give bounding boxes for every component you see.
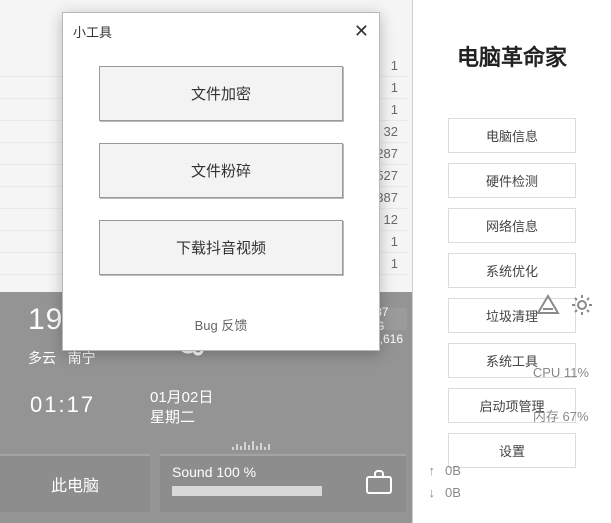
net-up-value: 0B xyxy=(445,460,473,482)
sound-label: Sound 100 % xyxy=(172,464,322,480)
side-btn-0[interactable]: 电脑信息 xyxy=(448,118,576,153)
weather-city: 多云 南宁 xyxy=(28,348,96,368)
gear-icon[interactable] xyxy=(569,292,595,318)
clock: 01:17 xyxy=(30,392,95,418)
sound-bar[interactable] xyxy=(172,486,322,496)
modal-titlebar[interactable]: 小工具 ✕ xyxy=(63,13,379,50)
this-pc-button[interactable]: 此电脑 xyxy=(0,454,150,512)
cpu-stat: CPU 11% xyxy=(533,365,589,380)
arrow-down-icon: ↓ xyxy=(429,482,436,504)
equalizer-icon xyxy=(232,440,270,450)
briefcase-icon[interactable] xyxy=(364,468,394,501)
mem-stat: 内存 67% xyxy=(533,406,589,425)
net-down-value: 0B xyxy=(445,482,473,504)
net-arrows: ↑ ↓ xyxy=(429,460,436,504)
arrow-up-icon: ↑ xyxy=(429,460,436,482)
side-btn-3[interactable]: 系统优化 xyxy=(448,253,576,288)
close-icon[interactable]: ✕ xyxy=(354,21,369,42)
modal-title: 小工具 xyxy=(73,22,354,41)
side-btn-2[interactable]: 网络信息 xyxy=(448,208,576,243)
perf-stats: CPU 11% 内存 67% xyxy=(533,365,589,451)
net-values: 0B 0B xyxy=(445,460,473,504)
triangle-icon[interactable] xyxy=(535,292,561,318)
sound-panel[interactable]: Sound 100 % xyxy=(160,454,406,512)
float-icons xyxy=(535,292,595,318)
side-btn-1[interactable]: 硬件检测 xyxy=(448,163,576,198)
date: 01月02日 星期二 xyxy=(150,388,213,428)
tool-btn-2[interactable]: 下载抖音视频 xyxy=(99,220,343,275)
app-title: 电脑革命家 xyxy=(427,40,597,72)
tools-modal: 小工具 ✕ 文件加密文件粉碎下载抖音视频 Bug 反馈 xyxy=(62,12,380,351)
tool-btn-0[interactable]: 文件加密 xyxy=(99,66,343,121)
tool-btn-1[interactable]: 文件粉碎 xyxy=(99,143,343,198)
bug-feedback-link[interactable]: Bug 反馈 xyxy=(63,305,379,350)
